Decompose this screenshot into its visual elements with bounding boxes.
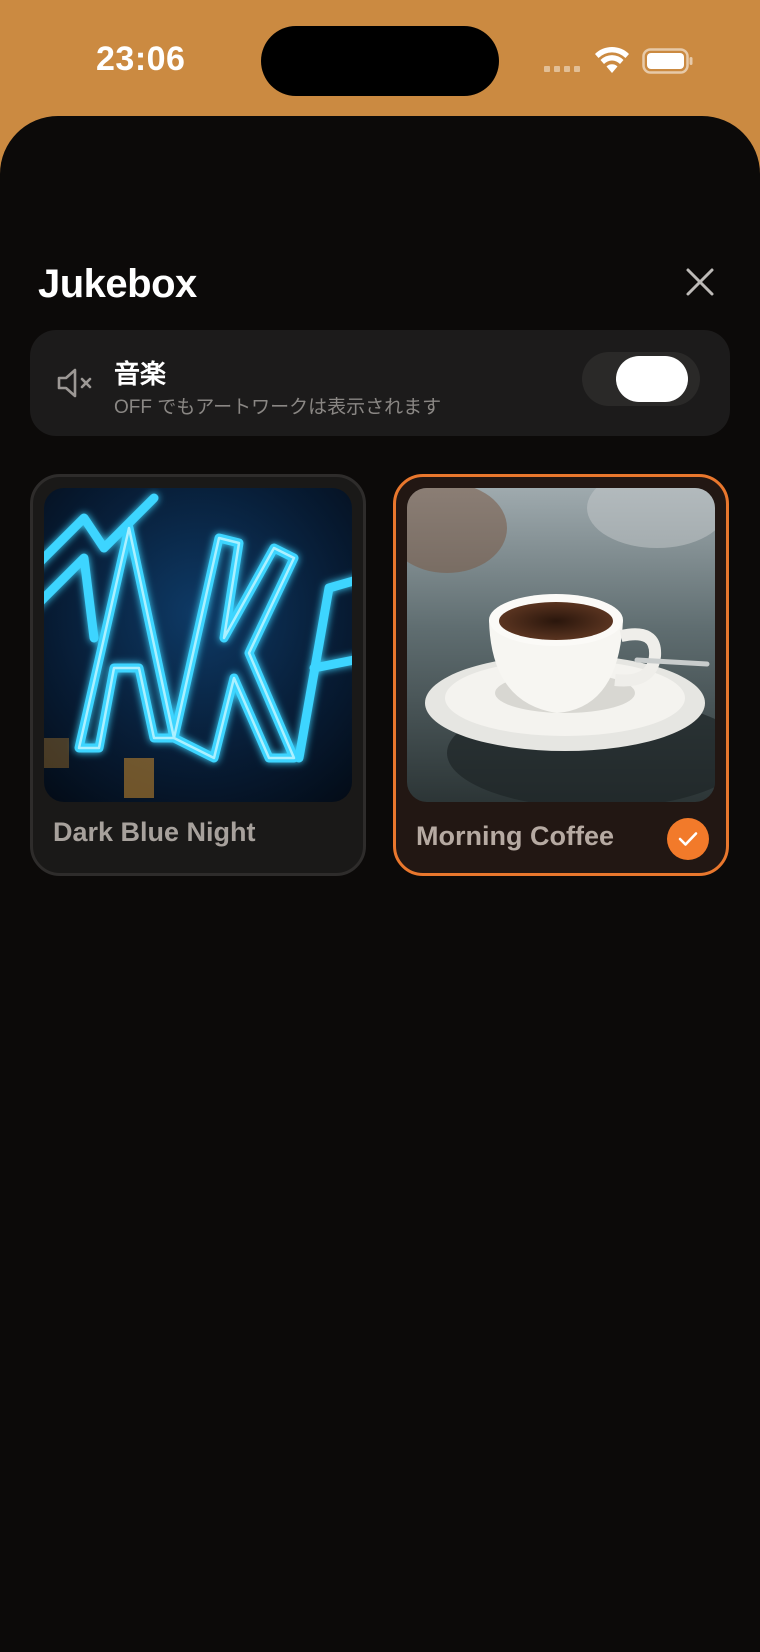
status-bar: 23:06 [0,0,760,120]
wifi-icon [595,46,629,73]
jukebox-card-morning-coffee[interactable]: Morning Coffee [393,474,729,876]
battery-icon [642,48,693,74]
close-button[interactable] [680,262,720,302]
speaker-muted-icon [57,368,92,398]
checkmark-icon [678,832,698,846]
card-label: Dark Blue Night [53,817,256,847]
toggle-knob [616,356,688,402]
artwork-blue-neon [44,488,352,802]
cellular-signal-icon [544,64,584,74]
selected-check-badge [667,818,709,860]
music-toggle[interactable] [582,352,700,406]
dynamic-island [261,26,499,96]
artwork-coffee [407,488,715,802]
neon-sign-image [44,488,352,802]
close-icon [686,268,714,296]
music-setting-row: 音楽 OFF でもアートワークは表示されます [30,330,730,436]
card-label: Morning Coffee [416,821,614,851]
music-title: 音楽 [114,359,167,389]
jukebox-card-dark-blue-night[interactable]: Dark Blue Night [30,474,366,876]
status-time: 23:06 [96,40,186,78]
coffee-cup-image [407,488,715,802]
music-subtitle: OFF でもアートワークは表示されます [114,397,442,418]
sheet-title: Jukebox [38,262,197,306]
